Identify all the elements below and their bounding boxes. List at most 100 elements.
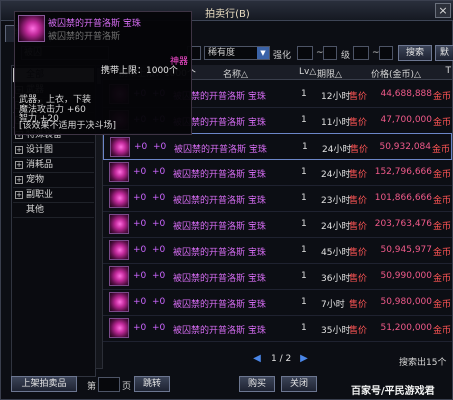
item-price: 50,980,000 (380, 297, 432, 307)
item-tooltip: 被囚禁的开普洛斯 宝珠 被囚禁的开普洛斯 神器 携带上限：1000个 武器，上衣… (14, 11, 192, 135)
table-row[interactable]: +0 +0 被囚禁的开普洛斯 宝珠 1 45小时 售价 50,945,977 金币 (103, 237, 452, 264)
item-quantity: 1 (301, 89, 307, 99)
table-row[interactable]: +0 +0 被囚禁的开普洛斯 宝珠 1 24小时 售价 152,796,666 金币 (103, 159, 452, 186)
tooltip-carry-limit: 携带上限：1000个 (101, 66, 178, 76)
orb-icon (109, 162, 129, 182)
tooltip-item-name: 被囚禁的开普洛斯 宝珠 (48, 19, 141, 29)
enhance-label: 强化 (273, 51, 292, 61)
expand-icon[interactable]: + (15, 146, 23, 154)
price-unit: 金币 (432, 118, 451, 128)
price-tag: 售价 (350, 145, 369, 155)
enhance-value: +0 (133, 219, 147, 229)
price-tag: 售价 (349, 170, 368, 180)
enhance-value: +0 (133, 323, 147, 333)
column-name[interactable]: 名称△ (223, 67, 248, 80)
orb-icon (109, 188, 129, 208)
category-label: 其他 (26, 205, 45, 215)
item-quantity: 1 (301, 167, 307, 177)
page-indicator: 1 / 2 (271, 354, 292, 364)
table-row[interactable]: +0 +0 被囚禁的开普洛斯 宝珠 1 35小时 售价 51,200,000 金币 (103, 315, 452, 342)
orb-icon (109, 318, 129, 338)
buy-button[interactable]: 购买 (239, 376, 275, 392)
item-name: 被囚禁的开普洛斯 宝珠 (173, 248, 266, 258)
column-level[interactable]: Lv△ (299, 67, 316, 77)
orb-icon (109, 240, 129, 260)
orb-icon (109, 292, 129, 312)
item-quantity: 1 (301, 245, 307, 255)
table-row[interactable]: +0 +0 被囚禁的开普洛斯 宝珠 1 24小时 售价 50,932,084 金币 (103, 133, 452, 160)
refine-value: +0 (152, 297, 166, 307)
item-price: 50,990,000 (380, 271, 432, 281)
auction-window: 拍卖行(B) × 物品搜 被囚 稀有度 ▼ 强化 ~ 级 ~ 搜索 默 全部+武… (0, 0, 453, 400)
rarity-select[interactable]: 稀有度 ▼ (204, 46, 270, 60)
item-name: 被囚禁的开普洛斯 宝珠 (173, 326, 266, 336)
close-button[interactable]: 关闭 (281, 376, 317, 392)
prev-page-icon[interactable]: ◀ (251, 353, 263, 365)
item-name: 被囚禁的开普洛斯 宝珠 (173, 300, 266, 310)
pin-icon[interactable]: T (446, 66, 452, 76)
enhance-value: +0 (133, 193, 147, 203)
price-unit: 金币 (432, 274, 451, 284)
category-item[interactable]: + 消耗品 (13, 158, 94, 173)
orb-icon (18, 15, 45, 42)
category-item[interactable]: + 设计图 (13, 143, 94, 158)
level-max-input[interactable] (379, 46, 393, 60)
enhance-min-input[interactable] (297, 46, 313, 60)
price-tag: 售价 (349, 274, 368, 284)
tooltip-item-sub: 被囚禁的开普洛斯 (48, 32, 121, 42)
category-item[interactable]: 其他 (13, 203, 94, 218)
column-time[interactable]: 期限△ (317, 67, 342, 80)
item-name: 被囚禁的开普洛斯 宝珠 (174, 145, 267, 155)
enhance-max-input[interactable] (323, 46, 337, 60)
tooltip-note: [该效果不适用于决斗场] (19, 121, 117, 131)
price-tag: 售价 (349, 92, 368, 102)
item-duration: 45小时 (321, 248, 351, 258)
price-tag: 售价 (349, 196, 368, 206)
category-item[interactable]: + 副职业 (13, 188, 94, 203)
item-price: 101,866,666 (374, 193, 432, 203)
orb-icon (110, 137, 130, 157)
expand-icon[interactable]: + (15, 161, 23, 169)
level-label: 级 (341, 51, 351, 61)
price-unit: 金币 (431, 145, 450, 155)
item-duration: 35小时 (321, 326, 351, 336)
item-quantity: 1 (301, 297, 307, 307)
expand-icon[interactable]: + (15, 191, 23, 199)
level-min-input[interactable] (353, 46, 369, 60)
item-duration: 11小时 (321, 118, 351, 128)
column-price[interactable]: 价格(金币)△ (371, 67, 421, 80)
item-quantity: 1 (301, 323, 307, 333)
item-price: 152,796,666 (374, 167, 432, 177)
page-suffix: 页 (122, 382, 132, 392)
close-window-button[interactable]: × (435, 3, 451, 18)
refine-value: +0 (152, 271, 166, 281)
item-name: 被囚禁的开普洛斯 宝珠 (173, 274, 266, 284)
chevron-down-icon: ▼ (257, 47, 269, 59)
expand-icon[interactable]: + (15, 176, 23, 184)
table-row[interactable]: +0 +0 被囚禁的开普洛斯 宝珠 1 24小时 售价 203,763,476 金币 (103, 211, 452, 238)
list-item-button[interactable]: 上架拍卖品 (11, 376, 77, 392)
item-price: 47,700,000 (380, 115, 432, 125)
price-unit: 金币 (432, 92, 451, 102)
pager: ◀ 1 / 2 ▶ (243, 353, 313, 367)
category-item[interactable]: + 宠物 (13, 173, 94, 188)
default-button[interactable]: 默 (435, 45, 453, 61)
item-name: 被囚禁的开普洛斯 宝珠 (173, 222, 266, 232)
rarity-select-value: 稀有度 (208, 48, 236, 58)
item-duration: 24小时 (322, 145, 352, 155)
price-unit: 金币 (432, 222, 451, 232)
item-quantity: 1 (301, 219, 307, 229)
category-label: 宠物 (26, 175, 45, 185)
refine-value: +0 (152, 167, 166, 177)
table-row[interactable]: +0 +0 被囚禁的开普洛斯 宝珠 1 23小时 售价 101,866,666 金币 (103, 185, 452, 212)
price-unit: 金币 (432, 196, 451, 206)
page-number-input[interactable] (98, 377, 120, 392)
table-row[interactable]: +0 +0 被囚禁的开普洛斯 宝珠 1 36小时 售价 50,990,000 金币 (103, 263, 452, 290)
item-name: 被囚禁的开普洛斯 宝珠 (173, 196, 266, 206)
item-duration: 36小时 (321, 274, 351, 284)
search-button[interactable]: 搜索 (398, 45, 432, 61)
next-page-icon[interactable]: ▶ (298, 353, 310, 365)
table-row[interactable]: +0 +0 被囚禁的开普洛斯 宝珠 1 7小时 售价 50,980,000 金币 (103, 289, 452, 316)
jump-button[interactable]: 跳转 (134, 376, 170, 392)
refine-value: +0 (153, 142, 167, 152)
